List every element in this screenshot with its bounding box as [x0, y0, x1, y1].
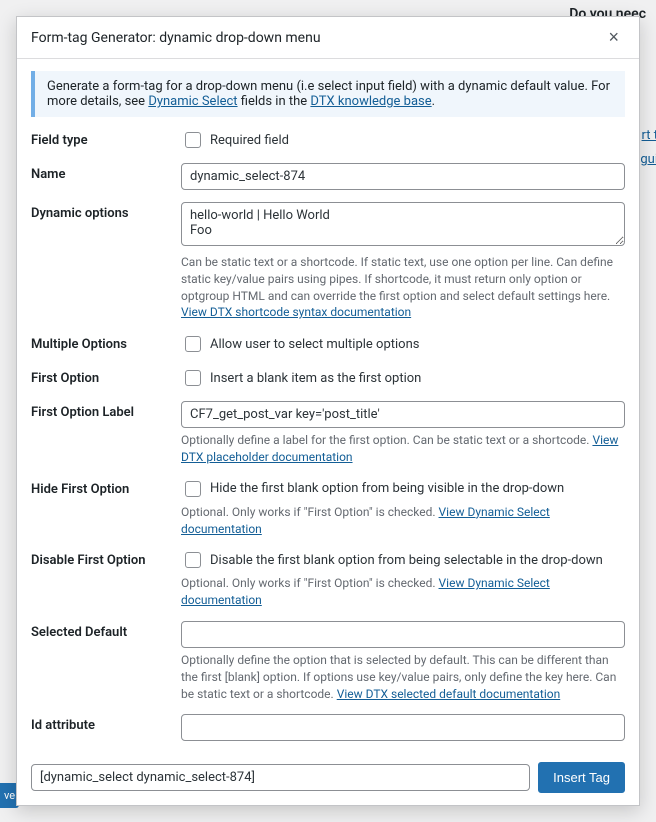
hide-first-checkbox-label: Hide the first blank option from being v…	[210, 481, 564, 496]
form-tag-generator-modal: Form-tag Generator: dynamic drop-down me…	[16, 16, 640, 806]
required-checkbox-label: Required field	[210, 133, 289, 148]
info-notice: Generate a form-tag for a drop-down menu…	[31, 71, 625, 117]
id-attr-input[interactable]	[181, 714, 625, 741]
field-type-label: Field type	[31, 129, 181, 148]
hide-first-help: Optional. Only works if "First Option" i…	[181, 505, 439, 519]
modal-body: Generate a form-tag for a drop-down menu…	[17, 59, 639, 750]
disable-first-checkbox-label: Disable the first blank option from bein…	[210, 553, 603, 568]
selected-default-input[interactable]	[181, 621, 625, 648]
dynamic-options-label: Dynamic options	[31, 202, 181, 221]
dynamic-options-help: Can be static text or a shortcode. If st…	[181, 255, 613, 303]
selected-default-help-link[interactable]: View DTX selected default documentation	[337, 687, 561, 701]
multiple-checkbox-label: Allow user to select multiple options	[210, 337, 419, 352]
close-icon[interactable]: ×	[602, 25, 625, 50]
modal-title: Form-tag Generator: dynamic drop-down me…	[31, 30, 321, 46]
dynamic-options-textarea[interactable]: hello-world | Hello World Foo	[181, 202, 625, 246]
hide-first-checkbox[interactable]	[185, 481, 201, 497]
notice-text-post: .	[432, 94, 435, 109]
notice-text-mid: fields in the	[238, 94, 311, 109]
disable-first-checkbox[interactable]	[185, 552, 201, 568]
first-option-label-label: First Option Label	[31, 401, 181, 420]
tag-output[interactable]	[31, 764, 530, 791]
selected-default-label: Selected Default	[31, 621, 181, 640]
id-attr-label: Id attribute	[31, 714, 181, 733]
disable-first-label: Disable First Option	[31, 549, 181, 568]
required-checkbox[interactable]	[185, 132, 201, 148]
modal-footer: Insert Tag	[17, 750, 639, 805]
multiple-label: Multiple Options	[31, 333, 181, 352]
first-option-label-input[interactable]	[181, 401, 625, 428]
notice-link-dynamic-select[interactable]: Dynamic Select	[148, 94, 237, 109]
modal-header: Form-tag Generator: dynamic drop-down me…	[17, 17, 639, 59]
bg-link-1[interactable]: rt t	[642, 128, 656, 143]
first-option-checkbox-label: Insert a blank item as the first option	[210, 371, 421, 386]
dynamic-options-help-link[interactable]: View DTX shortcode syntax documentation	[181, 305, 411, 319]
name-label: Name	[31, 163, 181, 182]
first-option-label: First Option	[31, 367, 181, 386]
bg-link-2[interactable]: gui	[640, 152, 656, 167]
multiple-checkbox[interactable]	[185, 336, 201, 352]
first-option-label-help: Optionally define a label for the first …	[181, 433, 592, 447]
name-input[interactable]	[181, 163, 625, 190]
notice-link-kb[interactable]: DTX knowledge base	[310, 94, 431, 109]
insert-tag-button[interactable]: Insert Tag	[538, 762, 625, 793]
hide-first-label: Hide First Option	[31, 478, 181, 497]
first-option-checkbox[interactable]	[185, 370, 201, 386]
disable-first-help: Optional. Only works if "First Option" i…	[181, 576, 439, 590]
